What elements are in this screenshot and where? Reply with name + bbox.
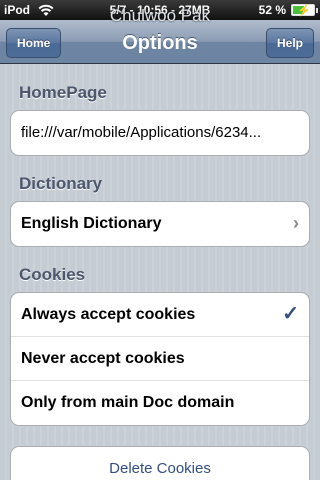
cookie-option-never[interactable]: Never accept cookies (11, 337, 309, 381)
chevron-right-icon: › (293, 213, 299, 233)
homepage-header: HomePage (19, 83, 107, 102)
cookie-option-label: Always accept cookies (21, 306, 196, 323)
dictionary-selected-label: English Dictionary (21, 215, 162, 232)
cookie-option-always[interactable]: Always accept cookies ✓ (11, 293, 309, 337)
cookie-option-label: Only from main Doc domain (21, 394, 235, 411)
dictionary-group: English Dictionary › (10, 201, 310, 247)
navigation-bar: Home Options Help (0, 20, 320, 64)
cookie-option-main-domain[interactable]: Only from main Doc domain (11, 381, 309, 425)
dictionary-header: Dictionary (19, 174, 103, 193)
checkmark-icon: ✓ (282, 303, 299, 325)
overlay-user-name: Chulwoo Pak (109, 6, 211, 25)
cookies-header: Cookies (19, 265, 86, 284)
cookie-option-label: Never accept cookies (21, 350, 185, 367)
delete-cookies-group: Delete Cookies (10, 446, 310, 480)
dictionary-selector[interactable]: English Dictionary › (11, 202, 309, 246)
delete-cookies-button[interactable]: Delete Cookies (11, 447, 309, 480)
homepage-url-field[interactable]: file:///var/mobile/Applications/6234... (11, 111, 309, 155)
help-button[interactable]: Help (265, 28, 314, 58)
homepage-group: file:///var/mobile/Applications/6234... (10, 110, 310, 156)
cookies-group: Always accept cookies ✓ Never accept coo… (10, 292, 310, 426)
